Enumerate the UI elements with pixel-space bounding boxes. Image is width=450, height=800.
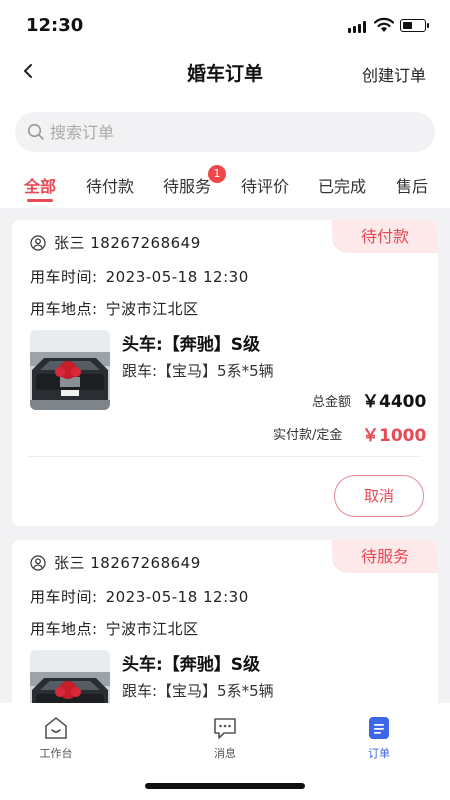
use-place-value: 宁波市江北区 — [105, 620, 199, 638]
workbench-icon — [45, 717, 67, 739]
nav-orders[interactable]: 订单 — [339, 715, 419, 761]
use-time-value: 2023-05-18 12:30 — [105, 268, 249, 286]
message-icon — [214, 718, 236, 739]
user-icon — [30, 235, 46, 251]
signal-icon — [348, 21, 368, 33]
tab-pending-payment[interactable]: 待付款 — [86, 173, 134, 197]
order-card[interactable]: 待付款 张三 18267268649 用车时间: 2023-05-18 12:30… — [12, 220, 438, 526]
use-place-row: 用车地点: 宁波市江北区 — [30, 298, 199, 319]
nav-messages[interactable]: 消息 — [185, 715, 265, 761]
search-bar[interactable] — [15, 112, 435, 152]
search-icon — [27, 123, 44, 140]
status-badge: 待服务 — [332, 540, 438, 573]
use-time-label: 用车时间: — [30, 268, 98, 286]
use-time-label: 用车时间: — [30, 588, 98, 606]
tab-after-sales[interactable]: 售后 — [396, 173, 428, 197]
use-place-row: 用车地点: 宁波市江北区 — [30, 618, 199, 639]
tab-pending-review[interactable]: 待评价 — [241, 173, 289, 197]
user-icon — [30, 555, 46, 571]
battery-level — [402, 21, 412, 29]
car-image — [30, 330, 110, 410]
paid-label: 实付款/定金 — [273, 428, 343, 443]
tab-badge: 1 — [208, 165, 226, 183]
tab-pending-service[interactable]: 待服务 — [163, 173, 211, 197]
use-place-label: 用车地点: — [30, 620, 98, 638]
status-badge: 待付款 — [332, 220, 438, 253]
nav-workbench-label: 工作台 — [39, 747, 73, 760]
use-place-value: 宁波市江北区 — [105, 300, 199, 318]
cancel-button[interactable]: 取消 — [334, 475, 424, 517]
total-amount: ￥4400 — [362, 392, 427, 412]
home-indicator — [145, 783, 305, 789]
nav-orders-label: 订单 — [368, 747, 390, 760]
order-icon — [369, 717, 389, 739]
nav-messages-label: 消息 — [214, 747, 236, 760]
nav-workbench[interactable]: 工作台 — [16, 715, 96, 761]
use-time-row: 用车时间: 2023-05-18 12:30 — [30, 266, 249, 287]
wifi-icon — [374, 17, 394, 32]
total-label: 总金额 — [312, 395, 352, 410]
divider — [28, 456, 422, 457]
customer-info: 张三 18267268649 — [54, 554, 201, 572]
header-area: 12:30 婚车订单 创建订单 全部 待付款 待服务 待评价 已完成 售 — [0, 0, 450, 208]
tab-completed[interactable]: 已完成 — [318, 173, 366, 197]
use-place-label: 用车地点: — [30, 300, 98, 318]
active-tab-indicator — [27, 199, 53, 202]
status-bar: 12:30 — [0, 0, 450, 50]
nav-bar: 婚车订单 创建订单 — [0, 50, 450, 94]
create-order-button[interactable]: 创建订单 — [362, 62, 426, 86]
lead-car: 头车:【奔驰】S级 — [122, 335, 261, 355]
lead-car: 头车:【奔驰】S级 — [122, 655, 261, 675]
use-time-row: 用车时间: 2023-05-18 12:30 — [30, 586, 249, 607]
follow-cars: 跟车:【宝马】5系*5辆 — [122, 682, 274, 700]
battery-icon — [400, 19, 429, 32]
tab-all[interactable]: 全部 — [24, 173, 56, 197]
customer-info: 张三 18267268649 — [54, 234, 201, 252]
paid-amount: ￥1000 — [362, 426, 427, 446]
follow-cars: 跟车:【宝马】5系*5辆 — [122, 362, 274, 380]
status-time: 12:30 — [26, 15, 84, 36]
search-input[interactable] — [50, 112, 420, 152]
use-time-value: 2023-05-18 12:30 — [105, 588, 249, 606]
